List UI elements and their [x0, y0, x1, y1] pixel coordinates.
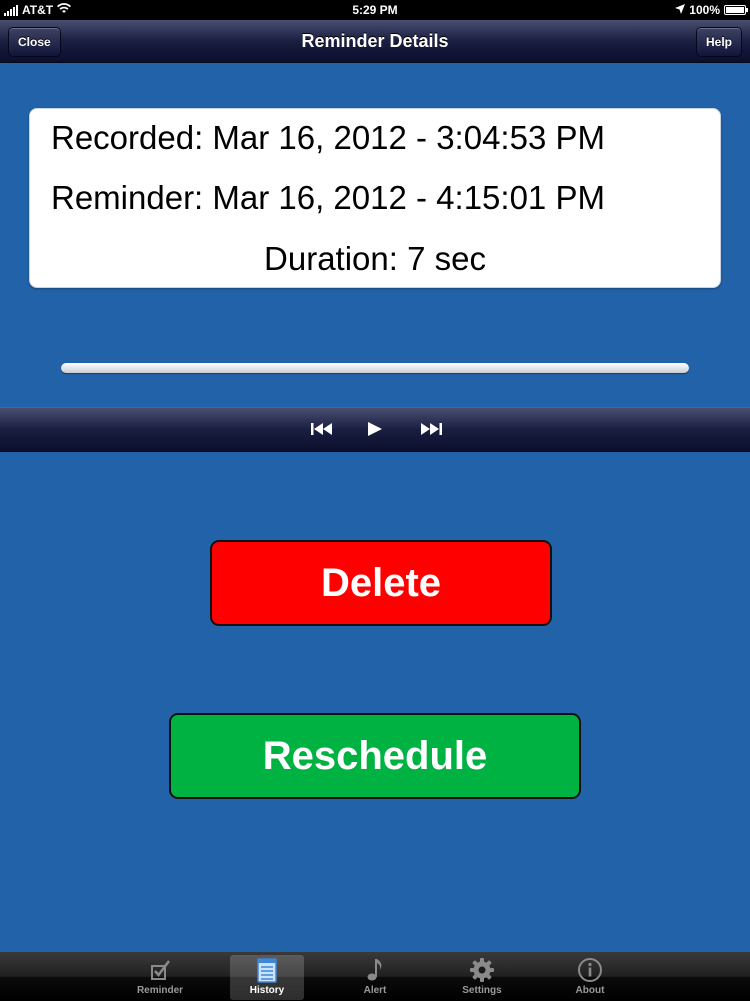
tab-history[interactable]: History — [230, 955, 304, 1000]
rewind-button[interactable] — [309, 418, 335, 440]
rewind-icon — [311, 423, 332, 435]
location-arrow-icon — [675, 3, 686, 17]
reminder-date: Reminder: Mar 16, 2012 - 4:15:01 PM — [51, 179, 605, 216]
reminder-details-card: Recorded: Mar 16, 2012 - 3:04:53 PM Remi… — [29, 108, 721, 288]
tab-about[interactable]: About — [553, 955, 627, 1000]
checkbox-icon — [123, 957, 197, 985]
navigation-bar: Reminder Details Close Help — [0, 20, 750, 63]
tab-label: About — [575, 985, 605, 996]
tab-label: Reminder — [136, 985, 184, 996]
tab-label: Settings — [462, 985, 502, 996]
status-bar: AT&T 5:29 PM 100% — [0, 0, 750, 20]
status-right: 100% — [675, 3, 748, 17]
gear-icon — [445, 957, 519, 985]
info-icon — [553, 957, 627, 985]
page-title: Reminder Details — [301, 31, 449, 51]
status-time: 5:29 PM — [352, 3, 398, 17]
notepad-icon — [230, 957, 304, 985]
music-note-icon — [338, 957, 412, 985]
fast-forward-icon — [421, 423, 442, 435]
play-icon — [368, 422, 382, 436]
tab-reminder[interactable]: Reminder — [123, 955, 197, 1000]
tab-alert[interactable]: Alert — [338, 955, 412, 1000]
battery-percent: 100% — [689, 3, 720, 17]
delete-button[interactable]: Delete — [210, 540, 552, 626]
playback-progress-slider[interactable] — [61, 363, 689, 373]
reschedule-button[interactable]: Reschedule — [169, 713, 581, 799]
recorded-date: Recorded: Mar 16, 2012 - 3:04:53 PM — [51, 119, 605, 156]
play-button[interactable] — [362, 418, 388, 440]
fast-forward-button[interactable] — [418, 418, 444, 440]
close-button[interactable]: Close — [8, 27, 61, 57]
battery-icon — [724, 5, 748, 15]
player-toolbar — [0, 407, 750, 452]
tab-settings[interactable]: Settings — [445, 955, 519, 1000]
tab-bar: Reminder History Alert Settings About — [0, 951, 750, 1001]
tab-label: Alert — [363, 985, 387, 996]
duration-text: Duration: 7 sec — [264, 240, 486, 277]
help-button[interactable]: Help — [695, 27, 742, 57]
tab-label: History — [249, 985, 285, 996]
